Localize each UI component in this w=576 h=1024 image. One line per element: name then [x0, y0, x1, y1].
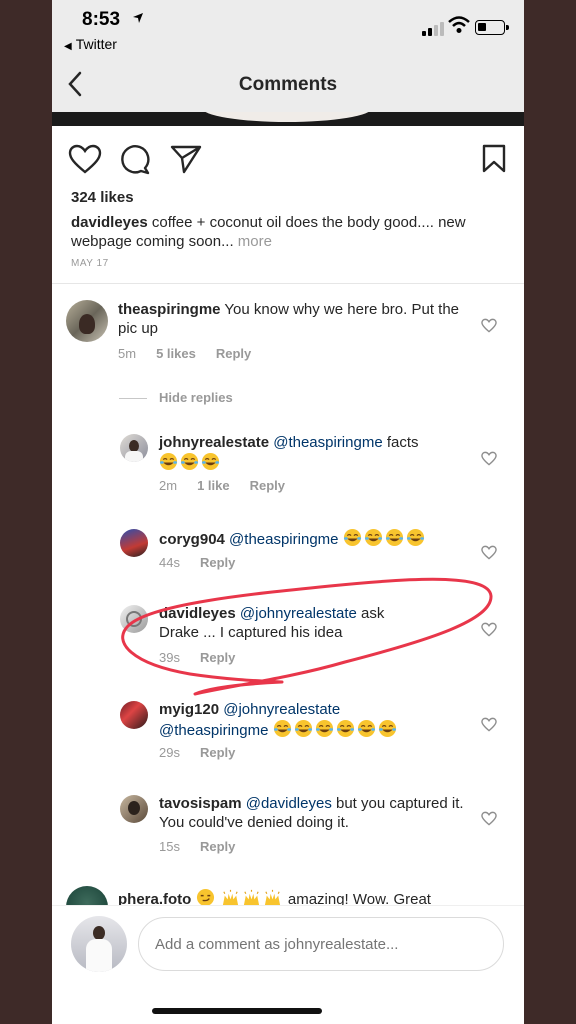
reply-button[interactable]: Reply — [200, 839, 235, 854]
like-comment-heart-icon[interactable] — [481, 811, 497, 826]
heart-icon[interactable] — [68, 144, 102, 174]
post-caption: davidleyes coffee + coconut oil does the… — [71, 213, 511, 251]
mention-link[interactable]: @theaspiringme — [159, 722, 268, 739]
post-image-edge — [52, 112, 524, 126]
comment-meta: 5m 5 likes Reply — [118, 346, 271, 361]
comment-icon[interactable] — [119, 144, 151, 176]
comment-meta: 39s Reply — [159, 650, 255, 665]
emoji-row — [343, 528, 427, 548]
comment-username[interactable]: coryg904 — [159, 531, 225, 548]
emoji-row — [159, 452, 222, 472]
reply-button[interactable]: Reply — [216, 346, 251, 361]
comment-time: 29s — [159, 745, 180, 760]
reply-text: davidleyes @johnyrealestate ask Drake ..… — [159, 604, 419, 642]
phone-screen: 8:53 ◀ Twitter Comments 324 likes davidle… — [52, 0, 524, 1024]
back-triangle-icon: ◀ — [64, 41, 72, 52]
avatar[interactable] — [120, 434, 148, 462]
wifi-icon — [448, 16, 470, 33]
like-comment-heart-icon[interactable] — [481, 622, 497, 637]
mention-link[interactable]: @theaspiringme — [229, 531, 338, 548]
divider — [52, 283, 524, 284]
home-indicator[interactable] — [152, 1008, 322, 1014]
reply-button[interactable]: Reply — [200, 555, 235, 570]
reply-button[interactable]: Reply — [250, 478, 285, 493]
avatar[interactable] — [120, 795, 148, 823]
reply-text: myig120 @johnyrealestate @theaspiringme — [159, 700, 469, 740]
mention-link[interactable]: @johnyrealestate — [223, 701, 340, 718]
comment-meta: 2m 1 like Reply — [159, 478, 305, 493]
comment-text: theaspiringme You know why we here bro. … — [118, 300, 468, 338]
comment-time: 44s — [159, 555, 180, 570]
like-comment-heart-icon[interactable] — [481, 451, 497, 466]
like-comment-heart-icon[interactable] — [481, 318, 497, 333]
comment-meta: 15s Reply — [159, 839, 255, 854]
comment-username[interactable]: tavosispam — [159, 795, 242, 812]
caption-author[interactable]: davidleyes — [71, 214, 148, 231]
comment-time: 15s — [159, 839, 180, 854]
tears-of-joy-emoji-icon — [315, 719, 333, 738]
comment-composer — [52, 905, 524, 995]
comment-time: 39s — [159, 650, 180, 665]
tears-of-joy-emoji-icon — [159, 452, 178, 471]
tears-of-joy-emoji-icon — [336, 719, 354, 738]
hide-replies-label: Hide replies — [159, 390, 233, 405]
tears-of-joy-emoji-icon — [385, 528, 403, 547]
comment-username[interactable]: davidleyes — [159, 605, 236, 622]
tears-of-joy-emoji-icon — [294, 719, 312, 738]
post-actions — [52, 140, 524, 180]
caption-more-link[interactable]: more — [238, 233, 272, 250]
avatar[interactable] — [120, 605, 148, 633]
avatar[interactable] — [120, 701, 148, 729]
cell-signal-icon — [422, 22, 444, 36]
back-app-label: Twitter — [75, 36, 117, 52]
nav-bar: Comments — [52, 56, 524, 112]
reply-button[interactable]: Reply — [200, 650, 235, 665]
avatar[interactable] — [66, 300, 108, 342]
page-title: Comments — [238, 74, 338, 95]
like-comment-heart-icon[interactable] — [481, 717, 497, 732]
tears-of-joy-emoji-icon — [201, 452, 220, 471]
reply-text: johnyrealestate @theaspiringme facts — [159, 433, 469, 473]
avatar[interactable] — [120, 529, 148, 557]
bookmark-icon[interactable] — [482, 144, 506, 174]
reply-text: coryg904 @theaspiringme — [159, 528, 479, 549]
status-bar: 8:53 ◀ Twitter — [52, 0, 524, 56]
reply-button[interactable]: Reply — [200, 745, 235, 760]
status-time: 8:53 — [82, 9, 121, 30]
comment-username[interactable]: johnyrealestate — [159, 434, 269, 451]
tears-of-joy-emoji-icon — [343, 528, 361, 547]
comment-body: facts — [382, 434, 419, 451]
reply-text: tavosispam @davidleyes but you captured … — [159, 794, 469, 832]
mention-link[interactable]: @davidleyes — [246, 795, 332, 812]
likes-count[interactable]: 324 likes — [71, 189, 134, 206]
like-comment-heart-icon[interactable] — [481, 545, 497, 560]
comment-username[interactable]: theaspiringme — [118, 301, 221, 318]
mention-link[interactable]: @theaspiringme — [273, 434, 382, 451]
post-date: MAY 17 — [71, 258, 109, 269]
tears-of-joy-emoji-icon — [378, 719, 396, 738]
comment-meta: 29s Reply — [159, 745, 255, 760]
comment-likes[interactable]: 1 like — [197, 478, 230, 493]
comment-username[interactable]: myig120 — [159, 701, 219, 718]
emoji-row — [273, 719, 399, 739]
back-to-app-link[interactable]: ◀ Twitter — [64, 36, 117, 52]
tears-of-joy-emoji-icon — [364, 528, 382, 547]
tears-of-joy-emoji-icon — [357, 719, 375, 738]
tears-of-joy-emoji-icon — [273, 719, 291, 738]
divider — [119, 398, 147, 399]
add-comment-input[interactable] — [138, 917, 504, 971]
comment-time: 5m — [118, 346, 137, 361]
share-icon[interactable] — [170, 144, 202, 174]
tears-of-joy-emoji-icon — [180, 452, 199, 471]
tears-of-joy-emoji-icon — [406, 528, 424, 547]
comment-time: 2m — [159, 478, 178, 493]
comment-likes[interactable]: 5 likes — [156, 346, 196, 361]
comment-meta: 44s Reply — [159, 555, 255, 570]
location-arrow-icon — [133, 13, 143, 23]
battery-icon — [475, 20, 509, 35]
composer-avatar[interactable] — [71, 916, 127, 972]
mention-link[interactable]: @johnyrealestate — [240, 605, 357, 622]
